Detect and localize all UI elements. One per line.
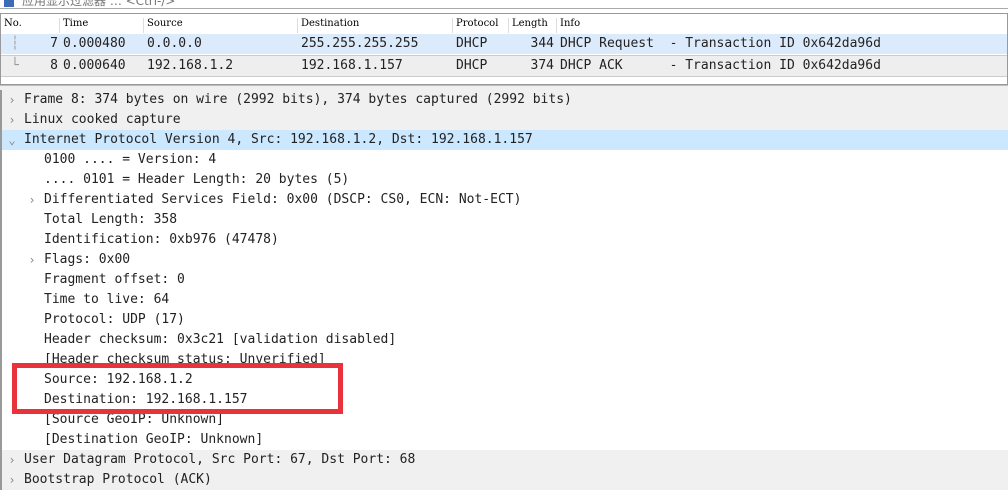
- packet-destination: 192.168.1.157: [301, 58, 403, 73]
- detail-text: User Datagram Protocol, Src Port: 67, Ds…: [24, 452, 416, 467]
- column-protocol[interactable]: Protocol: [452, 18, 498, 33]
- packet-list[interactable]: No. Time Source Destination Protocol Len…: [0, 13, 1008, 85]
- chevron-down-icon[interactable]: ⌄: [6, 130, 18, 150]
- detail-text: Flags: 0x00: [44, 252, 131, 267]
- packet-source: 0.0.0.0: [147, 36, 202, 51]
- column-no[interactable]: No.: [1, 18, 22, 33]
- detail-row[interactable]: › User Datagram Protocol, Src Port: 67, D…: [2, 450, 1008, 470]
- chevron-right-icon[interactable]: ›: [26, 190, 38, 210]
- detail-row[interactable]: Protocol: UDP (17): [2, 310, 1008, 330]
- detail-row[interactable]: › Differentiated Services Field: 0x00 (DS…: [2, 190, 1008, 210]
- display-filter-bar[interactable]: 应用显示过滤器 … <Ctrl-/>: [0, 0, 1008, 9]
- detail-row[interactable]: Identification: 0xb976 (47478): [2, 230, 1008, 250]
- packet-list-header: No. Time Source Destination Protocol Len…: [1, 16, 1007, 33]
- detail-text: Differentiated Services Field: 0x00 (DSC…: [44, 192, 522, 207]
- packet-length: 374: [530, 58, 554, 73]
- detail-row[interactable]: Header checksum: 0x3c21 [validation disa…: [2, 330, 1008, 350]
- packet-no: 7: [50, 36, 58, 51]
- column-time[interactable]: Time: [59, 18, 88, 33]
- detail-row[interactable]: 0100 .... = Version: 4: [2, 150, 1008, 170]
- detail-text: Identification: 0xb976 (47478): [44, 232, 279, 247]
- packet-row[interactable]: └ 8 0.000640 192.168.1.2 192.168.1.157 D…: [1, 55, 1007, 77]
- detail-text: Bootstrap Protocol (ACK): [24, 472, 212, 487]
- detail-text: Protocol: UDP (17): [44, 312, 185, 327]
- column-source[interactable]: Source: [143, 18, 183, 33]
- detail-text: Time to live: 64: [44, 292, 170, 307]
- chevron-right-icon[interactable]: ›: [6, 90, 18, 110]
- detail-text: Internet Protocol Version 4, Src: 192.16…: [24, 132, 533, 147]
- display-filter-input[interactable]: 应用显示过滤器 … <Ctrl-/>: [22, 0, 175, 9]
- column-info[interactable]: Info: [556, 18, 580, 33]
- packet-destination: 255.255.255.255: [301, 36, 419, 51]
- packet-protocol: DHCP: [456, 36, 488, 51]
- detail-text: .... 0101 = Header Length: 20 bytes (5): [44, 172, 350, 187]
- chevron-right-icon[interactable]: ›: [6, 470, 18, 490]
- detail-row[interactable]: › Frame 8: 374 bytes on wire (2992 bits),…: [2, 90, 1008, 110]
- detail-text: Header checksum: 0x3c21 [validation disa…: [44, 332, 397, 347]
- detail-text: Frame 8: 374 bytes on wire (2992 bits), …: [24, 92, 572, 107]
- chevron-right-icon[interactable]: ›: [26, 250, 38, 270]
- detail-row[interactable]: [Destination GeoIP: Unknown]: [2, 430, 1008, 450]
- detail-row[interactable]: ⌄ Internet Protocol Version 4, Src: 192.1…: [2, 130, 1008, 150]
- column-length[interactable]: Length: [508, 18, 548, 33]
- chevron-right-icon[interactable]: ›: [6, 450, 18, 470]
- packet-protocol: DHCP: [456, 58, 488, 73]
- packet-info: DHCP Request - Transaction ID 0x642da96d: [560, 36, 881, 51]
- packet-source: 192.168.1.2: [147, 58, 234, 73]
- detail-text: [Destination GeoIP: Unknown]: [44, 432, 264, 447]
- packet-details-tree[interactable]: › Frame 8: 374 bytes on wire (2992 bits),…: [0, 90, 1008, 490]
- highlight-box: [12, 363, 343, 414]
- detail-row[interactable]: › Linux cooked capture: [2, 110, 1008, 130]
- detail-row[interactable]: › Flags: 0x00: [2, 250, 1008, 270]
- packet-time: 0.000480: [63, 36, 126, 51]
- detail-row[interactable]: › Bootstrap Protocol (ACK): [2, 470, 1008, 490]
- packet-no: 8: [50, 58, 58, 73]
- packet-row[interactable]: ┆ 7 0.000480 0.0.0.0 255.255.255.255 DHC…: [1, 34, 1007, 54]
- detail-text: Fragment offset: 0: [44, 272, 185, 287]
- detail-text: Linux cooked capture: [24, 112, 181, 127]
- packet-time: 0.000640: [63, 58, 126, 73]
- packet-info: DHCP ACK - Transaction ID 0x642da96d: [560, 58, 881, 73]
- detail-row[interactable]: Fragment offset: 0: [2, 270, 1008, 290]
- detail-row[interactable]: Time to live: 64: [2, 290, 1008, 310]
- column-destination[interactable]: Destination: [297, 18, 359, 33]
- detail-row[interactable]: .... 0101 = Header Length: 20 bytes (5): [2, 170, 1008, 190]
- packet-length: 344: [530, 36, 554, 51]
- detail-row[interactable]: Total Length: 358: [2, 210, 1008, 230]
- bookmark-icon[interactable]: [4, 0, 14, 7]
- detail-text: Total Length: 358: [44, 212, 178, 227]
- detail-text: 0100 .... = Version: 4: [44, 152, 217, 167]
- chevron-right-icon[interactable]: ›: [6, 110, 18, 130]
